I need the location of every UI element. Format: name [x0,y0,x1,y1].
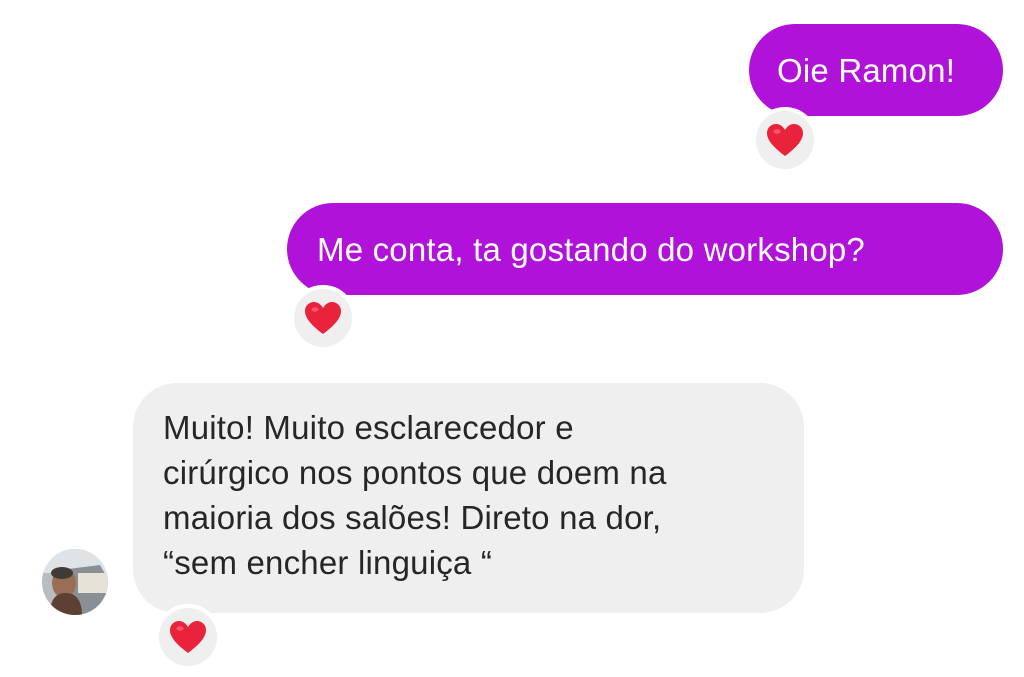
sent-message-bubble[interactable]: Me conta, ta gostando do workshop? [287,203,1003,295]
message-text: Me conta, ta gostando do workshop? [317,230,865,268]
heart-icon [169,620,207,654]
message-text-line: cirúrgico nos pontos que doem na [163,454,667,491]
message-text-line: maioria dos salões! Direto na dor, [163,499,662,536]
message-reaction[interactable] [290,285,356,351]
received-message-bubble[interactable]: Muito! Muito esclarecedor e cirúrgico no… [133,383,804,613]
avatar[interactable] [42,549,108,615]
message-text-line: Muito! Muito esclarecedor e [163,409,574,446]
message-reaction[interactable] [752,107,818,173]
sent-message-bubble[interactable]: Oie Ramon! [749,24,1003,116]
chat-thread: Oie Ramon! Me conta, ta gostando do work… [0,0,1024,677]
message-text-line: “sem encher linguiça “ [163,544,493,581]
message-text: Oie Ramon! [777,51,956,89]
heart-icon [766,123,804,157]
message-reaction[interactable] [155,604,221,670]
heart-icon [304,301,342,335]
